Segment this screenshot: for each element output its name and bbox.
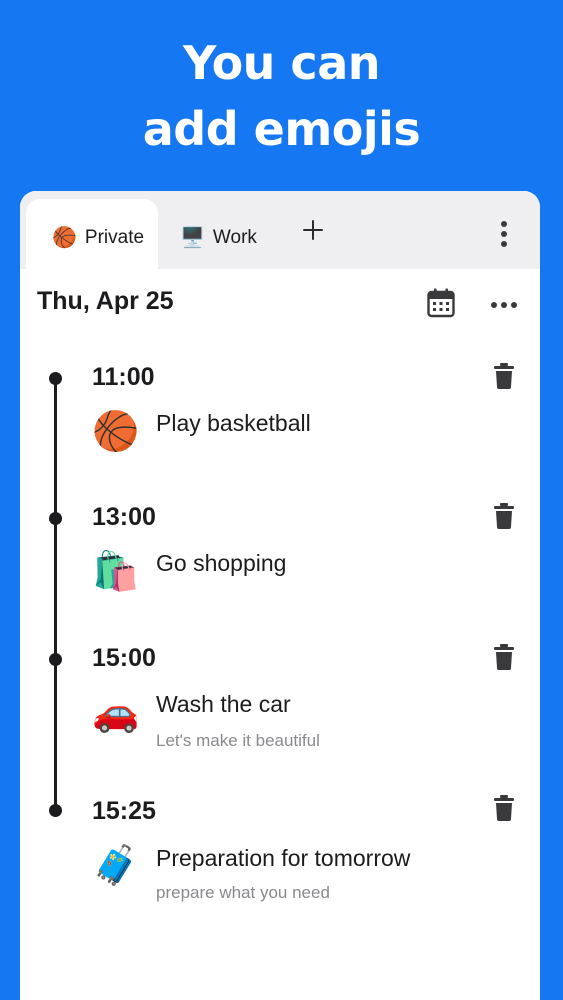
promo-headline: You can add emojis [0, 30, 563, 162]
more-horizontal-icon[interactable] [491, 301, 517, 309]
tab-private-label: Private [84, 227, 145, 248]
schedule-item[interactable]: 13:00 🛍️ Go shopping [20, 499, 540, 629]
plus-icon[interactable] [298, 215, 328, 245]
tab-work[interactable]: 🖥️ Work [156, 199, 286, 269]
shopping-bags-icon: 🛍️ [92, 551, 140, 593]
schedule-item[interactable]: 15:25 🧳 Preparation for tomorrow prepare… [20, 791, 540, 931]
trash-icon[interactable] [494, 503, 514, 529]
basketball-icon: 🏀 [92, 411, 140, 453]
event-time: 13:00 [92, 503, 156, 531]
trash-icon[interactable] [494, 795, 514, 821]
event-time: 11:00 [92, 363, 155, 391]
event-time: 15:25 [92, 797, 156, 825]
basketball-icon: 🏀 [52, 227, 77, 249]
promo-line-2: add emojis [142, 102, 421, 156]
timeline-dot [49, 653, 62, 666]
promo-line-1: You can [182, 36, 381, 90]
event-title: Play basketball [156, 410, 311, 436]
schedule-item[interactable]: 15:00 🚗 Wash the car Let's make it beaut… [20, 640, 540, 780]
event-title: Preparation for tomorrow [156, 845, 411, 871]
tab-private[interactable]: 🏀 Private [26, 199, 158, 269]
date-title: Thu, Apr 25 [37, 287, 174, 315]
event-title: Wash the car [156, 691, 291, 717]
computer-icon: 🖥️ [180, 227, 205, 249]
luggage-icon: 🧳 [92, 845, 140, 887]
event-note: prepare what you need [156, 883, 330, 902]
trash-icon[interactable] [494, 644, 514, 670]
trash-icon[interactable] [494, 363, 514, 389]
tab-bar: 🏀 Private 🖥️ Work [20, 191, 540, 269]
calendar-icon[interactable] [427, 288, 455, 318]
app-card: 🏀 Private 🖥️ Work Thu, Apr 25 11:00 🏀 Pl… [20, 191, 540, 1000]
tab-work-label: Work [212, 227, 257, 248]
car-icon: 🚗 [92, 692, 140, 734]
more-vertical-icon[interactable] [498, 221, 510, 247]
event-title: Go shopping [156, 550, 287, 576]
timeline-dot [49, 804, 62, 817]
event-time: 15:00 [92, 644, 156, 672]
event-note: Let's make it beautiful [156, 731, 320, 750]
timeline-dot [49, 372, 62, 385]
schedule-item[interactable]: 11:00 🏀 Play basketball [20, 359, 540, 489]
timeline-dot [49, 512, 62, 525]
